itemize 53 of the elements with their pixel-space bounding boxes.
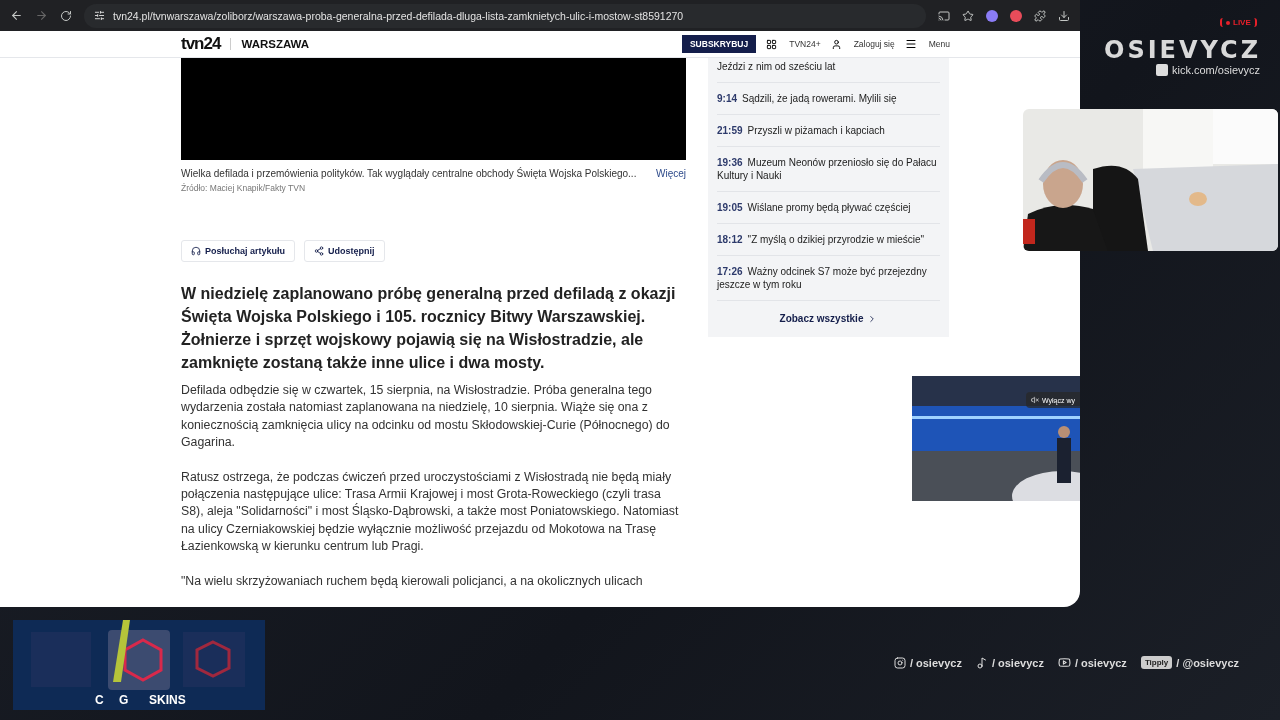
music-note-icon xyxy=(975,656,988,669)
news-item[interactable]: 19:36 Muzeum Neonów przeniosło się do Pałacu Kultury i Nauki xyxy=(717,147,940,192)
sponsor-logo-text: SKINS xyxy=(149,693,186,707)
news-item[interactable]: 18:12 "Z myślą o dzikiej przyrodzie w mieście" xyxy=(717,224,940,256)
kick-icon xyxy=(1156,64,1168,76)
headphones-icon xyxy=(191,245,201,256)
user-icon xyxy=(830,38,842,50)
instagram-icon xyxy=(893,656,906,669)
header-link[interactable]: TVN24+ xyxy=(789,39,821,49)
tipply-badge: Tipply xyxy=(1140,656,1173,669)
grid-icon xyxy=(766,38,778,50)
sponsor-logo-text: G xyxy=(119,693,129,707)
youtube-icon xyxy=(1057,656,1071,669)
social-handle: / osievycz xyxy=(991,656,1044,669)
news-item[interactable]: 21:59 Przyszli w piżamach i kapciach xyxy=(717,115,940,147)
header-link[interactable]: Menu xyxy=(928,39,950,49)
subscribe-button[interactable]: SUBSKRYBUJ xyxy=(681,35,757,53)
menu-icon xyxy=(904,38,917,50)
media-caption: Wielka defilada i przemówienia polityków. Tak wyglądały centralne obchody Święta Wojska Polskiego... xyxy=(181,167,637,179)
social-handle: / osievycz xyxy=(909,656,962,669)
star-icon[interactable] xyxy=(962,9,974,22)
mute-icon xyxy=(1031,396,1039,404)
article-paragraph: Defilada odbędzie się w czwartek, 15 sierpnia, na Wisłostradzie. Próba generalna tego wydarzenia została natomiast zaplanowana na niedzielę, 10 sierpnia. Wiąże się ona z koniecznością zamknięcia ulicy na odcinku od mostu Skłodowskiej-Curie (Północnego) do Gagarina. xyxy=(181,381,671,452)
streamer-name: OSIEVYCZ xyxy=(1104,36,1262,64)
social-handle: / osievycz xyxy=(1074,656,1127,669)
reload-icon[interactable] xyxy=(60,9,72,22)
address-bar[interactable]: tvn24.pl/tvnwarszawa/zoliborz/warszawa-proba-generalna-przed-defilada-dluga-lista-zamknietych-ulic-i-mostow-st8591270 xyxy=(84,3,926,28)
extension-icon[interactable] xyxy=(1010,9,1022,22)
news-item[interactable]: Jeździ z nim od sześciu lat xyxy=(717,58,940,83)
puzzle-icon[interactable] xyxy=(1034,9,1046,22)
news-item[interactable]: 17:26 Ważny odcinek S7 może być przejezdny jeszcze w tym roku xyxy=(717,256,940,301)
listen-button[interactable]: Posłuchaj artykułu xyxy=(181,239,296,262)
live-badge: LIVE xyxy=(1220,18,1257,27)
news-item[interactable]: 9:14 Sądzili, że jadą rowerami. Mylili się xyxy=(717,83,940,115)
share-icon xyxy=(314,245,325,256)
header-link[interactable]: Zaloguj się xyxy=(853,39,895,49)
section-title[interactable]: WARSZAWA xyxy=(230,38,310,50)
media-source: Źródło: Maciej Knapik/Fakty TVN xyxy=(181,182,307,193)
site-logo[interactable]: tvn24 xyxy=(181,34,221,54)
see-all-link[interactable]: Zobacz wszystkie xyxy=(717,301,940,329)
forward-icon[interactable] xyxy=(35,9,48,22)
share-button[interactable]: Udostępnij xyxy=(304,239,385,262)
sponsor-logo-text: C xyxy=(95,693,104,707)
cast-icon[interactable] xyxy=(938,9,950,22)
download-icon[interactable] xyxy=(1058,9,1070,22)
article-paragraph: Ratusz ostrzega, że podczas ćwiczeń przed uroczystościami z Wisłostradą nie będą miały połączenia następujące ulice: Trasa Armii Krajowej i most Grota-Roweckiego (czyli trasa S8), aleja "Solidarności" i most Śląsko-Dąbrowski, a także most Poniatowskiego. Natomiast na ulicy Czerniakowskiej będzie wyłącznie możliwość przejazdu od Mokotowa na Trasę Łazienkowską w kierunku centrum lub Pragi. xyxy=(181,468,680,556)
back-icon[interactable] xyxy=(10,9,23,22)
more-link[interactable]: Więcej xyxy=(656,167,686,179)
news-item[interactable]: 19:05 Wiślane promy będą pływać częściej xyxy=(717,192,940,224)
article-paragraph: "Na wielu skrzyżowaniach ruchem będą kierowali policjanci, a na okolicznych ulicach xyxy=(181,572,644,590)
extension-icon[interactable] xyxy=(986,9,998,22)
article-lead: W niedzielę zaplanowano próbę generalną przed defiladą z okazji Święta Wojska Polskiego i 105. rocznicy Bitwy Warszawskiej. Żołnierze i sprzęt wojskowy pojawią się na Wisłostradzie, ale zamknięte zostaną także inne ulice i dwa mosty. xyxy=(181,283,677,373)
social-handle: / @osievycz xyxy=(1176,656,1239,669)
